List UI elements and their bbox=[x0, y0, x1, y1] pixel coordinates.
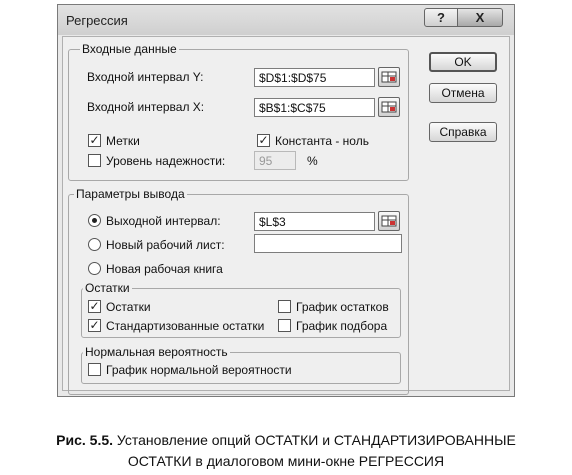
input-y-ref-button[interactable] bbox=[378, 67, 400, 87]
output-range-field[interactable]: $L$3 bbox=[254, 212, 375, 231]
constant-zero-label: Константа - ноль bbox=[275, 134, 369, 148]
output-range-radio[interactable] bbox=[88, 214, 101, 227]
new-workbook-label: Новая рабочая книга bbox=[106, 262, 223, 276]
range-select-icon bbox=[381, 101, 397, 113]
dialog-body: Входные данные Входной интервал Y: $D$1:… bbox=[62, 36, 510, 395]
new-workbook-radio[interactable] bbox=[88, 262, 101, 275]
normal-plot-label: График нормальной вероятности bbox=[106, 363, 292, 377]
regression-dialog: Регрессия ? X Входные данные Входной инт… bbox=[57, 4, 515, 397]
line-fit-plots-label: График подбора bbox=[296, 319, 388, 333]
confidence-unit: % bbox=[307, 154, 318, 168]
ok-button[interactable]: OK bbox=[429, 52, 497, 72]
confidence-checkbox[interactable] bbox=[88, 154, 101, 167]
standardized-residuals-label: Стандартизованные остатки bbox=[106, 319, 265, 333]
caption-prefix: Рис. 5.5. bbox=[56, 432, 114, 448]
normal-plot-checkbox[interactable] bbox=[88, 363, 101, 376]
new-sheet-label: Новый рабочий лист: bbox=[106, 238, 225, 252]
residuals-label: Остатки bbox=[106, 300, 151, 314]
range-select-icon bbox=[381, 71, 397, 83]
figure-caption: Рис. 5.5. Установление опций ОСТАТКИ и С… bbox=[0, 431, 572, 449]
new-sheet-radio[interactable] bbox=[88, 238, 101, 251]
range-select-icon bbox=[381, 215, 397, 227]
help-button[interactable]: Справка bbox=[429, 122, 497, 142]
constant-zero-checkbox[interactable]: ✓ bbox=[257, 134, 270, 147]
input-y-label: Входной интервал Y: bbox=[87, 70, 204, 84]
residual-plots-checkbox[interactable] bbox=[278, 300, 291, 313]
line-fit-plots-checkbox[interactable] bbox=[278, 319, 291, 332]
output-options-group-label: Параметры вывода bbox=[74, 187, 187, 201]
figure-caption-line2: ОСТАТКИ в диалоговом мини-окне РЕГРЕССИЯ bbox=[127, 453, 445, 469]
labels-checkbox[interactable]: ✓ bbox=[88, 134, 101, 147]
cancel-button[interactable]: Отмена bbox=[429, 83, 497, 103]
input-y-field[interactable]: $D$1:$D$75 bbox=[254, 68, 375, 87]
residuals-checkbox[interactable]: ✓ bbox=[88, 300, 101, 313]
caption-line1: Установление опций ОСТАТКИ и СТАНДАРТИЗИ… bbox=[113, 432, 516, 448]
confidence-level-field[interactable]: 95 bbox=[254, 151, 296, 170]
labels-checkbox-label: Метки bbox=[106, 134, 140, 148]
confidence-label: Уровень надежности: bbox=[106, 154, 226, 168]
dialog-title: Регрессия bbox=[66, 13, 128, 28]
title-bar: Регрессия ? X bbox=[58, 5, 514, 35]
input-data-group-label: Входные данные bbox=[80, 42, 179, 56]
residual-plots-label: График остатков bbox=[296, 300, 389, 314]
close-button[interactable]: X bbox=[457, 8, 503, 27]
output-range-label: Выходной интервал: bbox=[106, 214, 221, 228]
input-x-field[interactable]: $B$1:$C$75 bbox=[254, 98, 375, 117]
input-x-label: Входной интервал X: bbox=[87, 100, 205, 114]
output-range-ref-button[interactable] bbox=[378, 211, 400, 231]
residuals-group-label: Остатки bbox=[83, 281, 132, 295]
new-sheet-field[interactable] bbox=[254, 234, 402, 253]
normal-probability-group-label: Нормальная вероятность bbox=[83, 345, 230, 359]
help-title-button[interactable]: ? bbox=[424, 8, 458, 27]
standardized-residuals-checkbox[interactable]: ✓ bbox=[88, 319, 101, 332]
input-x-ref-button[interactable] bbox=[378, 97, 400, 117]
